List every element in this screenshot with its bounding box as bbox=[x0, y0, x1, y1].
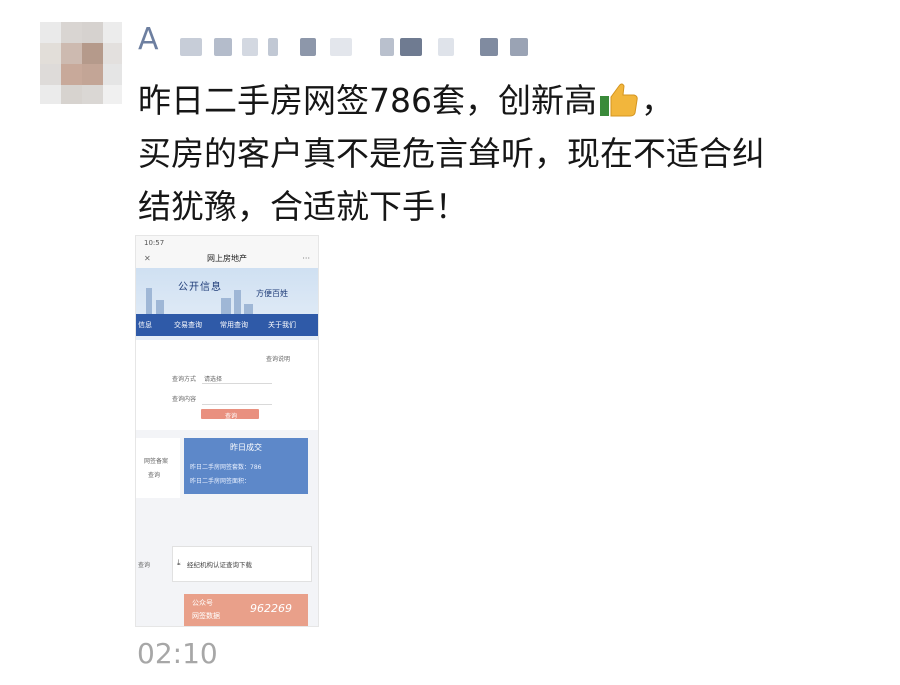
sender-name-redaction bbox=[180, 38, 550, 56]
menu-item[interactable]: 关于我们 bbox=[268, 320, 296, 330]
avatar-pixel bbox=[61, 64, 82, 85]
status-bar: 10:57 bbox=[136, 236, 318, 250]
sender-name: A bbox=[138, 22, 159, 57]
panel-row: 昨日二手房网签面积： bbox=[190, 478, 251, 485]
promo-number: 962269 bbox=[250, 602, 292, 615]
submit-button[interactable]: 查询 bbox=[201, 409, 259, 420]
nav-bar: ✕ 网上房地产 ··· bbox=[136, 250, 318, 268]
side-panel: 网签备案 查询 bbox=[136, 438, 180, 498]
attached-screenshot[interactable]: 10:57 ✕ 网上房地产 ··· 公开信息 方便百姓 信息 交易查询 常用查询… bbox=[135, 235, 319, 627]
form-label: 查询方式 bbox=[172, 376, 197, 383]
banner: 公开信息 方便百姓 bbox=[136, 268, 318, 348]
form-label: 查询内容 bbox=[172, 396, 197, 403]
submit-label: 查询 bbox=[225, 413, 238, 420]
menu-item[interactable]: 信息 bbox=[138, 320, 152, 330]
menu-item[interactable]: 交易查询 bbox=[174, 320, 202, 330]
panel-row: 昨日二手房网签套数：786 bbox=[190, 464, 262, 471]
message-line-3: 结犹豫，合适就下手！ bbox=[138, 187, 468, 226]
avatar-pixel bbox=[103, 43, 122, 64]
avatar-pixel bbox=[61, 22, 82, 43]
message-line-1: 昨日二手房网签786套，创新高 ， bbox=[138, 74, 868, 127]
timestamp: 02:10 bbox=[137, 637, 218, 670]
form-select-underline bbox=[202, 383, 272, 384]
avatar-pixel bbox=[61, 85, 82, 104]
message-line-1-text: 昨日二手房网签786套，创新高 bbox=[138, 81, 597, 120]
avatar-pixel bbox=[40, 43, 61, 64]
message-text: 昨日二手房网签786套，创新高 ， 买房的客户真不是危言耸听，现在不适合纠 结犹豫… bbox=[138, 74, 868, 233]
form-link[interactable]: 查询说明 bbox=[266, 354, 290, 363]
avatar-pixel bbox=[82, 85, 103, 104]
avatar-pixel bbox=[103, 85, 122, 104]
avatar-pixel bbox=[61, 43, 82, 64]
download-left-label: 查询 bbox=[138, 562, 151, 569]
message-line-2: 买房的客户真不是危言耸听，现在不适合纠 bbox=[138, 134, 765, 173]
menu-bar: 信息 交易查询 常用查询 关于我们 bbox=[136, 314, 318, 336]
avatar-pixel bbox=[40, 64, 61, 85]
form-select[interactable]: 请选择 bbox=[204, 374, 222, 383]
menu-item[interactable]: 常用查询 bbox=[220, 320, 248, 330]
side-label: 查询 bbox=[148, 472, 161, 479]
nav-title: 网上房地产 bbox=[207, 254, 247, 263]
message-line-1-punct: ， bbox=[641, 81, 674, 120]
promo-line: 公众号 bbox=[192, 599, 213, 607]
download-label: 经纪机构认证查询下载 bbox=[187, 561, 252, 569]
avatar-pixel bbox=[82, 64, 103, 85]
avatar-pixel bbox=[103, 22, 122, 43]
side-label: 网签备案 bbox=[144, 458, 169, 465]
promo-banner[interactable]: 公众号 网签数据 962269 bbox=[184, 594, 308, 626]
avatar-pixel bbox=[40, 22, 61, 43]
avatar-pixel bbox=[40, 85, 61, 104]
avatar[interactable] bbox=[40, 22, 122, 104]
banner-subtitle: 方便百姓 bbox=[256, 289, 288, 298]
avatar-pixel bbox=[82, 22, 103, 43]
status-time: 10:57 bbox=[144, 239, 165, 247]
daily-deals-panel: 昨日成交 昨日二手房网签套数：786 昨日二手房网签面积： bbox=[184, 438, 308, 494]
panel-title: 昨日成交 bbox=[230, 443, 262, 452]
banner-title: 公开信息 bbox=[178, 282, 222, 293]
download-button[interactable]: ⤓ 经纪机构认证查询下载 bbox=[172, 546, 312, 582]
avatar-pixel bbox=[82, 43, 103, 64]
promo-line: 网签数据 bbox=[192, 612, 220, 620]
more-icon: ··· bbox=[302, 254, 310, 263]
close-icon: ✕ bbox=[144, 254, 151, 263]
thumbs-up-icon bbox=[597, 80, 641, 118]
avatar-pixel bbox=[103, 64, 122, 85]
form-input-underline[interactable] bbox=[202, 404, 272, 405]
download-icon: ⤓ bbox=[177, 558, 181, 567]
